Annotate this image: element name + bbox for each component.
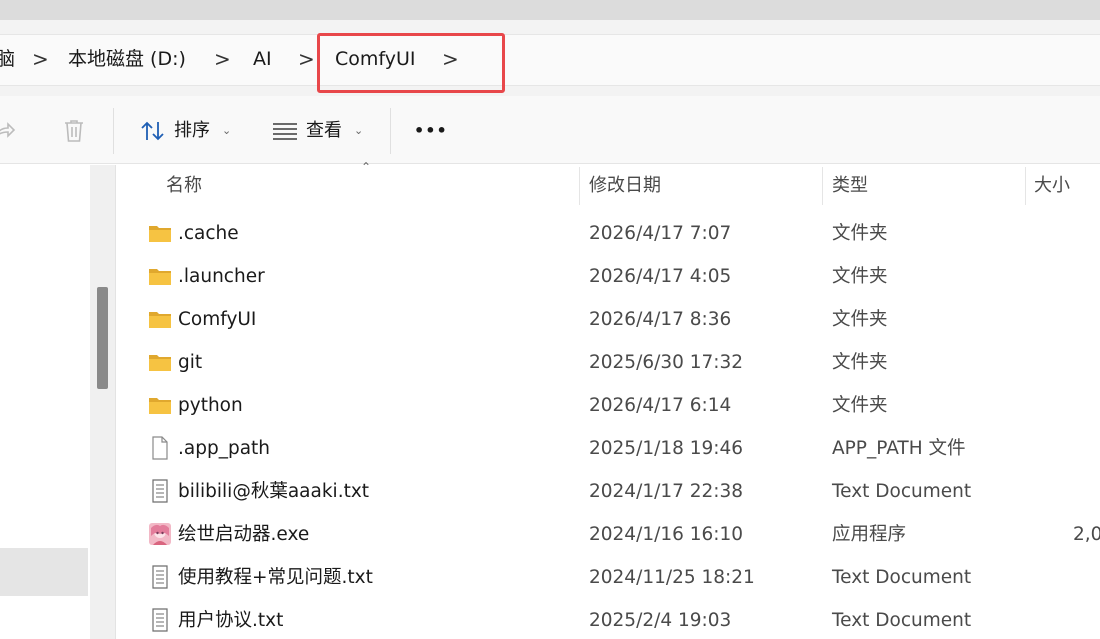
sort-arrows-icon <box>141 121 164 141</box>
file-row[interactable]: 用户协议.txt 2025/2/4 19:03 Text Document <box>118 599 1100 639</box>
file-date: 2025/6/30 17:32 <box>589 352 744 373</box>
text-file-icon <box>152 479 168 503</box>
file-type: 文件夹 <box>832 395 888 416</box>
file-date: 2024/1/17 22:38 <box>589 481 744 502</box>
text-file-icon <box>152 565 168 589</box>
breadcrumb-separator-icon[interactable]: > <box>442 44 459 74</box>
file-date: 2024/1/16 16:10 <box>589 524 744 545</box>
folder-icon <box>149 398 171 414</box>
file-name: 绘世启动器.exe <box>178 524 310 545</box>
file-row[interactable]: bilibili@秋葉aaaki.txt 2024/1/17 22:38 Tex… <box>118 470 1100 513</box>
file-name: .app_path <box>178 438 271 459</box>
file-type: 文件夹 <box>832 352 888 373</box>
file-type: Text Document <box>832 567 972 588</box>
delete-button[interactable] <box>62 116 86 146</box>
file-date: 2025/2/4 19:03 <box>589 610 732 631</box>
file-date: 2026/4/17 7:07 <box>589 223 732 244</box>
trash-icon <box>65 120 83 142</box>
file-row[interactable]: python 2026/4/17 6:14 文件夹 <box>118 384 1100 427</box>
file-type: Text Document <box>832 610 972 631</box>
breadcrumb-separator-icon[interactable]: > <box>32 44 49 74</box>
breadcrumb-separator-icon[interactable]: > <box>214 44 231 74</box>
sort-label: 排序 <box>174 120 210 141</box>
file-name: git <box>178 352 203 373</box>
view-button[interactable]: 查看 ⌄ <box>272 116 363 146</box>
file-row[interactable]: git 2025/6/30 17:32 文件夹 <box>118 341 1100 384</box>
file-name: .launcher <box>178 266 265 287</box>
column-header-date[interactable]: 修改日期 <box>589 165 661 205</box>
share-button[interactable] <box>0 116 16 146</box>
column-header-type[interactable]: 类型 <box>832 165 868 205</box>
more-options-button[interactable]: ••• <box>414 116 448 146</box>
folder-icon <box>149 226 171 242</box>
breadcrumb-item-comfyui[interactable]: ComfyUI <box>335 44 416 74</box>
file-date: 2025/1/18 19:46 <box>589 438 744 459</box>
column-header-name[interactable]: 名称 <box>166 165 202 205</box>
file-explorer-window: 脑 > 本地磁盘 (D:) > AI > ComfyUI > 排序 ⌄ 查看 ⌄ <box>0 0 1100 639</box>
view-label: 查看 <box>306 120 342 141</box>
text-file-icon <box>152 608 168 632</box>
file-row[interactable]: .launcher 2026/4/17 4:05 文件夹 <box>118 255 1100 298</box>
file-type: Text Document <box>832 481 972 502</box>
toolbar-divider <box>113 108 114 154</box>
sort-button[interactable]: 排序 ⌄ <box>140 116 231 146</box>
nav-selected-item[interactable] <box>0 548 88 596</box>
column-header-size[interactable]: 大小 <box>1034 165 1070 205</box>
file-name: python <box>178 395 243 416</box>
breadcrumb-item-drive-d[interactable]: 本地磁盘 (D:) <box>68 44 186 74</box>
sort-ascending-icon: ⌃ <box>361 160 372 174</box>
app-icon <box>149 523 171 545</box>
file-date: 2024/11/25 18:21 <box>589 567 755 588</box>
file-type: 文件夹 <box>832 309 888 330</box>
file-row[interactable]: 使用教程+常见问题.txt 2024/11/25 18:21 Text Docu… <box>118 556 1100 599</box>
file-type: 文件夹 <box>832 223 888 244</box>
chevron-down-icon: ⌄ <box>354 124 364 137</box>
view-list-icon <box>273 123 297 140</box>
folder-icon <box>149 355 171 371</box>
file-row[interactable]: .cache 2026/4/17 7:07 文件夹 <box>118 212 1100 255</box>
more-dots-icon: ••• <box>414 121 448 140</box>
file-row[interactable]: .app_path 2025/1/18 19:46 APP_PATH 文件 <box>118 427 1100 470</box>
file-name: ComfyUI <box>178 309 257 330</box>
nav-scrollbar-track[interactable] <box>90 165 116 639</box>
file-type: 应用程序 <box>832 524 907 545</box>
blank-file-icon <box>152 436 168 460</box>
share-icon <box>0 122 16 138</box>
column-divider[interactable] <box>822 167 823 205</box>
file-size: 2,0 <box>1073 524 1100 545</box>
breadcrumb-item-ai[interactable]: AI <box>253 44 272 74</box>
file-name: bilibili@秋葉aaaki.txt <box>178 481 370 502</box>
file-name: 使用教程+常见问题.txt <box>178 567 373 588</box>
file-row[interactable]: 绘世启动器.exe 2024/1/16 16:10 应用程序 2,0 <box>118 513 1100 556</box>
folder-icon <box>149 312 171 328</box>
column-divider[interactable] <box>579 167 580 205</box>
chevron-down-icon: ⌄ <box>222 124 232 137</box>
toolbar-divider <box>390 108 391 154</box>
file-type: 文件夹 <box>832 266 888 287</box>
file-row[interactable]: ComfyUI 2026/4/17 8:36 文件夹 <box>118 298 1100 341</box>
breadcrumb-separator-icon[interactable]: > <box>298 44 315 74</box>
file-type: APP_PATH 文件 <box>832 438 966 459</box>
file-name: 用户协议.txt <box>178 610 284 631</box>
file-name: .cache <box>178 223 239 244</box>
file-date: 2026/4/17 8:36 <box>589 309 732 330</box>
breadcrumb-item-computer[interactable]: 脑 <box>0 44 15 74</box>
column-divider[interactable] <box>1025 167 1026 205</box>
title-bar <box>0 0 1100 20</box>
nav-scrollbar-thumb[interactable] <box>97 287 108 389</box>
file-date: 2026/4/17 4:05 <box>589 266 732 287</box>
folder-icon <box>149 269 171 285</box>
file-date: 2026/4/17 6:14 <box>589 395 732 416</box>
